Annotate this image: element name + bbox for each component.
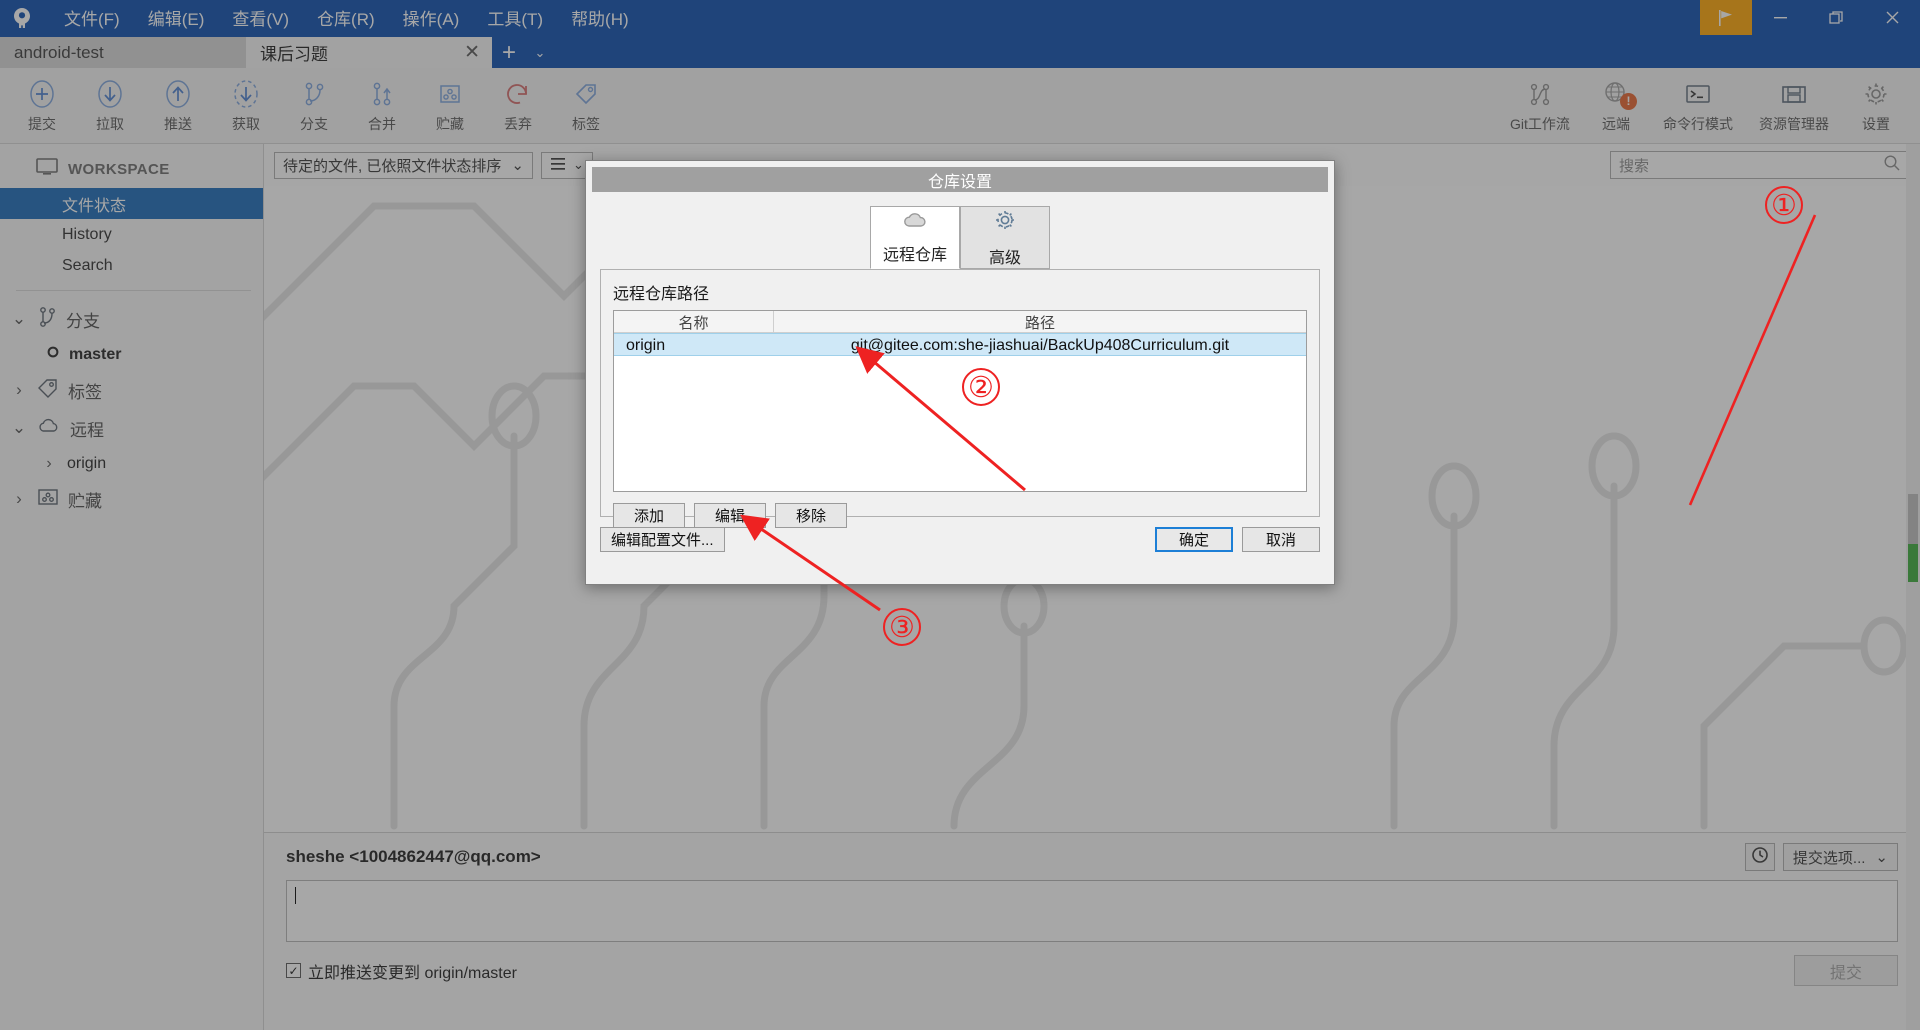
- button-label: 确定: [1178, 532, 1209, 549]
- dialog-tab-label: 高级: [988, 250, 1021, 267]
- remote-paths-label: 远程仓库路径: [613, 286, 710, 303]
- dialog-confirm-group: 确定 取消: [1155, 527, 1320, 552]
- remove-remote-button[interactable]: 移除: [775, 503, 847, 528]
- cell-remote-name: origin: [626, 336, 666, 354]
- edit-remote-button[interactable]: 编辑: [694, 503, 766, 528]
- dialog-tab-label: 远程仓库: [882, 247, 947, 264]
- remotes-table: 名称 路径 origin git@gitee.com:she-jiashuai/…: [613, 310, 1307, 492]
- edit-config-file-button[interactable]: 编辑配置文件...: [600, 527, 725, 552]
- remote-paths-group: 远程仓库路径 名称 路径 origin git@gitee.com:she-ji…: [600, 269, 1320, 528]
- button-label: 取消: [1265, 532, 1296, 549]
- dialog-title: 仓库设置: [592, 167, 1328, 192]
- button-label: 移除: [795, 508, 826, 525]
- repository-settings-dialog: 仓库设置 远程仓库 高级 远程仓库路径 名称 路径 origin git@git…: [585, 160, 1335, 585]
- button-label: 添加: [633, 508, 664, 525]
- ok-button[interactable]: 确定: [1155, 527, 1233, 552]
- tab-remote-repository[interactable]: 远程仓库: [870, 206, 960, 269]
- cell-remote-path: git@gitee.com:she-jiashuai/BackUp408Curr…: [850, 336, 1230, 354]
- column-header-name[interactable]: 名称: [614, 311, 774, 333]
- gear-icon: [992, 207, 1018, 238]
- column-header-path[interactable]: 路径: [774, 311, 1306, 333]
- table-header: 名称 路径: [614, 311, 1306, 333]
- button-label: 编辑配置文件...: [611, 532, 714, 549]
- cloud-icon: [901, 210, 929, 235]
- app-window: 文件(F) 编辑(E) 查看(V) 仓库(R) 操作(A) 工具(T) 帮助(H…: [0, 0, 1920, 1030]
- add-remote-button[interactable]: 添加: [613, 503, 685, 528]
- dialog-tabs: 远程仓库 高级: [586, 206, 1334, 269]
- cancel-button[interactable]: 取消: [1242, 527, 1320, 552]
- button-label: 编辑: [714, 508, 745, 525]
- tab-advanced[interactable]: 高级: [960, 206, 1050, 269]
- table-row[interactable]: origin git@gitee.com:she-jiashuai/BackUp…: [614, 333, 1306, 356]
